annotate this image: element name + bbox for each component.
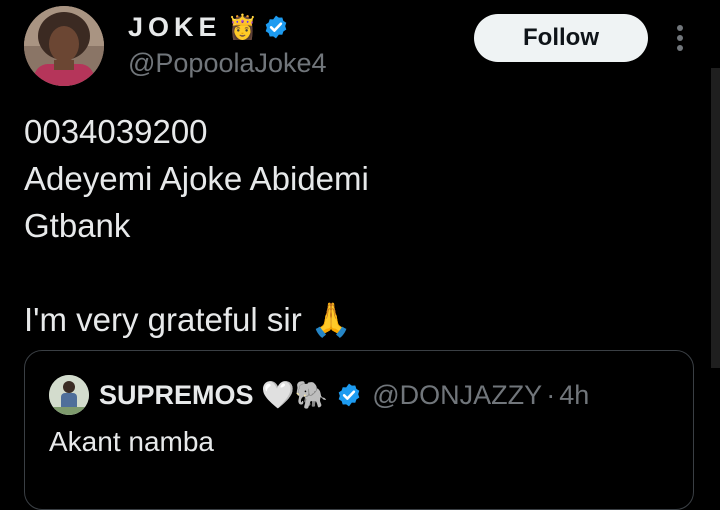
follow-button[interactable]: Follow [474,14,648,62]
tweet-line: Adeyemi Ajoke Abidemi [24,160,369,197]
author-name-text[interactable]: JOKE [128,12,222,43]
tweet-line: I'm very grateful sir 🙏 [24,301,352,338]
quoted-verified-badge-icon[interactable] [336,382,362,408]
author-display-name[interactable]: JOKE 👸 [128,10,289,44]
vertical-ellipsis-icon[interactable] [668,20,692,56]
princess-emoji: 👸 [227,13,258,41]
author-avatar[interactable] [24,6,104,86]
tweet-line: 0034039200 [24,113,208,150]
more-dots-icon [677,25,683,51]
quoted-tweet-text: Akant namba [49,426,214,457]
quoted-author-avatar[interactable] [49,375,89,415]
tweet-body: 0034039200 Adeyemi Ajoke Abidemi Gtbank … [24,108,369,343]
tweet: JOKE 👸 @PopoolaJoke4 Follow 0034039200 A… [0,0,720,510]
separator-dot: · [546,379,556,410]
author-handle[interactable]: @PopoolaJoke4 [128,48,327,79]
quoted-profile-photo-icon [49,375,89,415]
quoted-author-name[interactable]: SUPREMOS 🤍🐘 [99,379,328,411]
quoted-tweet-time[interactable]: 4h [559,380,589,411]
tweet-line: Gtbank [24,207,131,244]
quoted-author-handle[interactable]: @DONJAZZY [372,380,542,411]
quoted-tweet-card[interactable]: SUPREMOS 🤍🐘 @DONJAZZY · 4h Akant namba [24,350,694,510]
scrollbar[interactable] [711,68,720,368]
profile-photo-icon [24,6,104,86]
verified-badge-icon[interactable] [263,14,289,40]
quoted-tweet-header: SUPREMOS 🤍🐘 @DONJAZZY · 4h [99,376,589,414]
